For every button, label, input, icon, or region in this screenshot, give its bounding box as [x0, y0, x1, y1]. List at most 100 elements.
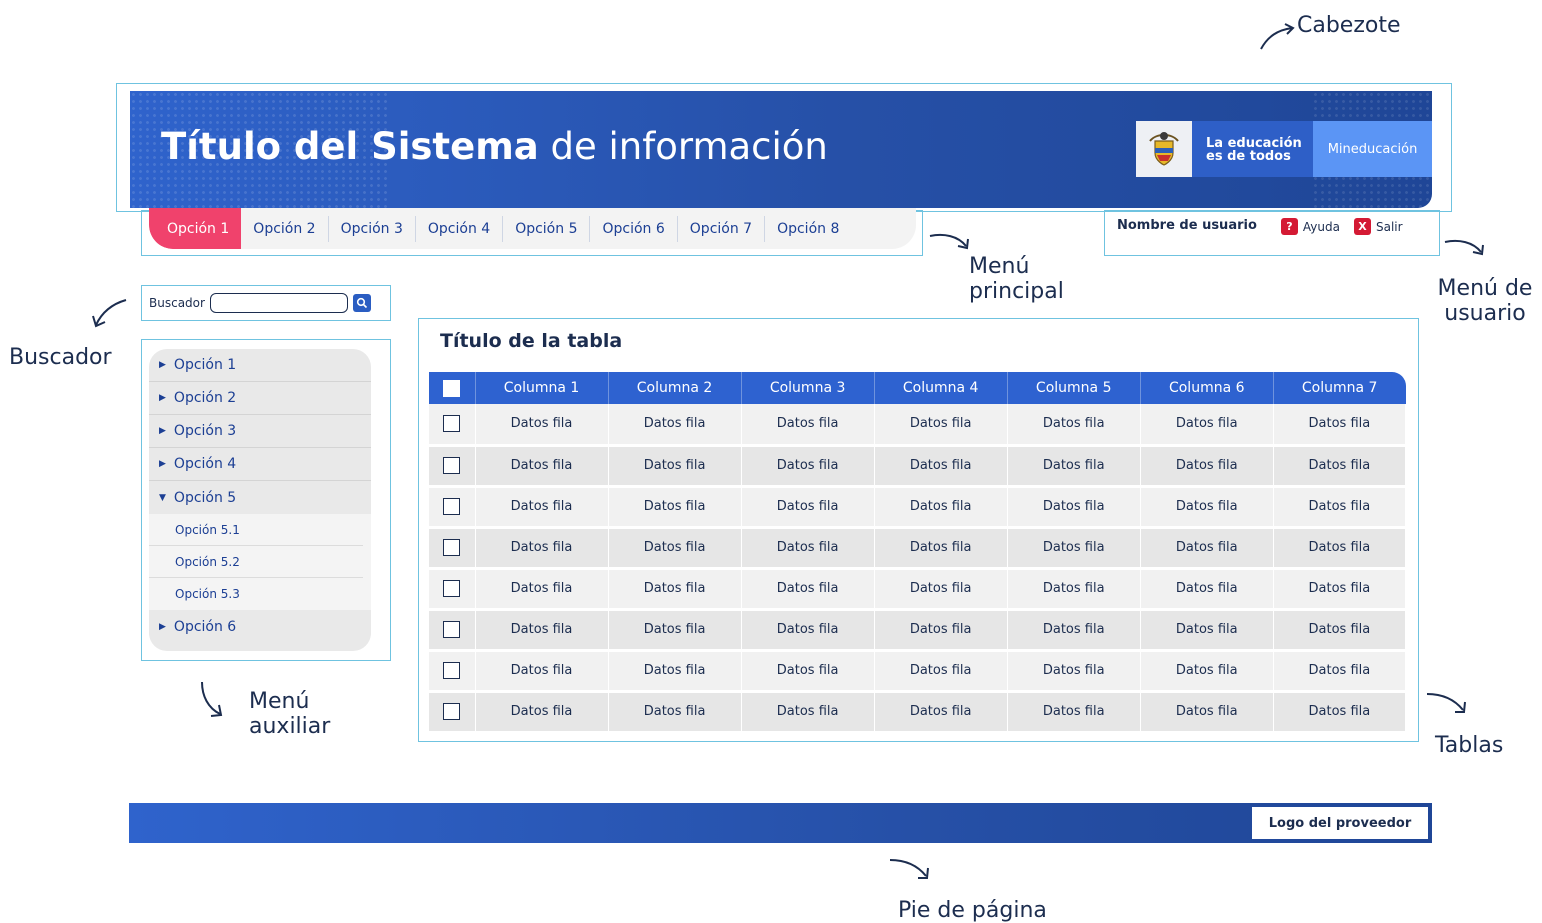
- caret-right-icon: ▶: [159, 459, 166, 469]
- annotation-arrow-menu-principal: [929, 233, 969, 250]
- table-cell: Datos fila: [1273, 404, 1407, 445]
- education-slogan-line2: es de todos: [1206, 149, 1291, 164]
- row-select-cell: [429, 486, 476, 527]
- table-cell: Datos fila: [1140, 445, 1274, 486]
- row-checkbox[interactable]: [443, 457, 461, 474]
- table-cell: Datos fila: [1273, 445, 1407, 486]
- row-checkbox[interactable]: [443, 703, 461, 720]
- table-cell: Datos fila: [1140, 650, 1274, 691]
- aux-menu-item-label: Opción 1: [173, 357, 237, 373]
- row-checkbox[interactable]: [443, 415, 461, 433]
- aux-menu-item-3[interactable]: ▶ Opción 3: [149, 415, 371, 448]
- row-checkbox[interactable]: [443, 498, 461, 515]
- search-input[interactable]: [209, 293, 348, 313]
- table-cell: Datos fila: [475, 527, 609, 568]
- aux-menu-item-label: Opción 5: [173, 489, 237, 506]
- search-bar: Buscador: [141, 285, 391, 321]
- column-header[interactable]: Columna 6: [1140, 372, 1274, 404]
- column-header[interactable]: Columna 7: [1273, 372, 1405, 404]
- row-checkbox[interactable]: [443, 539, 461, 556]
- education-slogan: La educación es de todos: [1192, 121, 1313, 177]
- table-cell: Datos fila: [1273, 527, 1407, 568]
- row-checkbox[interactable]: [443, 580, 461, 597]
- table-cell: Datos fila: [874, 486, 1008, 527]
- column-header[interactable]: Columna 5: [1007, 372, 1141, 404]
- table-cell: Datos fila: [874, 404, 1008, 445]
- table-cell: Datos fila: [741, 609, 875, 650]
- main-menu-tab-1[interactable]: Opción 1: [149, 208, 242, 249]
- aux-menu-item-2[interactable]: ▶ Opción 2: [149, 382, 371, 415]
- annotation-menu-usuario-line2: usuario: [1444, 301, 1526, 326]
- aux-menu-item-label: Opción 3: [173, 423, 237, 439]
- help-label: Ayuda: [1302, 219, 1340, 234]
- coat-of-arms-icon: [1136, 121, 1192, 177]
- table-cell: Datos fila: [608, 650, 742, 691]
- close-icon: X: [1353, 218, 1371, 235]
- table-cell: Datos fila: [1140, 609, 1274, 650]
- main-menu-tab-2[interactable]: Opción 2: [241, 215, 329, 242]
- system-title-light: de información: [538, 125, 828, 168]
- table-cell: Datos fila: [475, 691, 609, 732]
- data-table-panel: Título de la tabla Columna 1 Columna 2 C…: [418, 318, 1419, 742]
- select-all-cell: [429, 372, 476, 404]
- table-cell: Datos fila: [741, 527, 875, 568]
- main-menu-tab-6[interactable]: Opción 6: [590, 215, 678, 242]
- table-cell: Datos fila: [1273, 568, 1407, 609]
- table-cell: Datos fila: [874, 609, 1008, 650]
- table-cell: Datos fila: [1007, 527, 1141, 568]
- search-button[interactable]: [352, 294, 371, 312]
- main-menu-tab-8[interactable]: Opción 8: [765, 216, 851, 242]
- row-checkbox[interactable]: [443, 621, 461, 638]
- table-cell: Datos fila: [1007, 404, 1141, 445]
- annotation-menu-principal-line2: principal: [969, 279, 1064, 304]
- table-cell: Datos fila: [475, 404, 609, 445]
- aux-submenu-item-3[interactable]: Opción 5.3: [149, 578, 363, 610]
- annotation-arrow-menu-usuario: [1444, 239, 1484, 256]
- logout-button[interactable]: X Salir: [1353, 218, 1403, 235]
- table-cell: Datos fila: [1273, 609, 1407, 650]
- aux-menu-item-6[interactable]: ▶ Opción 6: [149, 610, 371, 643]
- caret-down-icon: ▼: [159, 492, 166, 503]
- aux-menu-item-4[interactable]: ▶ Opción 4: [149, 448, 371, 481]
- table-cell: Datos fila: [874, 650, 1008, 691]
- main-menu: Opción 1 Opción 2 Opción 3 Opción 4 Opci…: [149, 208, 916, 249]
- aux-submenu-item-2[interactable]: Opción 5.2: [149, 546, 363, 578]
- data-table: Columna 1 Columna 2 Columna 3 Columna 4 …: [429, 372, 1407, 734]
- caret-right-icon: ▶: [159, 360, 166, 370]
- main-menu-tab-3[interactable]: Opción 3: [329, 215, 416, 242]
- aux-menu-item-1[interactable]: ▶ Opción 1: [149, 349, 371, 382]
- main-menu-tab-5[interactable]: Opción 5: [503, 215, 591, 242]
- aux-submenu: Opción 5.1 Opción 5.2 Opción 5.3: [149, 514, 371, 610]
- select-all-checkbox[interactable]: [443, 379, 461, 397]
- table-cell: Datos fila: [1007, 486, 1141, 527]
- table-cell: Datos fila: [1007, 691, 1141, 732]
- annotation-menu-principal-line1: Menú: [969, 254, 1030, 279]
- row-select-cell: [429, 404, 476, 445]
- help-button[interactable]: ? Ayuda: [1280, 218, 1340, 235]
- search-label: Buscador: [149, 296, 205, 310]
- caret-right-icon: ▶: [159, 426, 166, 436]
- table-cell: Datos fila: [475, 445, 609, 486]
- main-menu-tab-7[interactable]: Opción 7: [678, 215, 766, 242]
- annotation-tablas: Tablas: [1435, 733, 1504, 758]
- table-cell: Datos fila: [608, 691, 742, 732]
- main-menu-tab-4[interactable]: Opción 4: [416, 215, 504, 242]
- table-cell: Datos fila: [1140, 527, 1274, 568]
- table-cell: Datos fila: [741, 691, 875, 732]
- column-header[interactable]: Columna 3: [741, 372, 875, 404]
- aux-submenu-item-1[interactable]: Opción 5.1: [149, 514, 363, 546]
- column-header[interactable]: Columna 1: [475, 372, 609, 404]
- government-logo: La educación es de todos Mineducación: [1136, 121, 1432, 177]
- row-checkbox[interactable]: [443, 662, 461, 679]
- help-icon: ?: [1280, 218, 1298, 235]
- column-header[interactable]: Columna 2: [608, 372, 742, 404]
- aux-menu: ▶ Opción 1 ▶ Opción 2 ▶ Opción 3 ▶ Opción 4 …: [149, 349, 371, 651]
- caret-right-icon: ▶: [159, 393, 166, 403]
- table-row: Datos fila Datos fila Datos fila Datos fila…: [429, 691, 1407, 732]
- system-title: Título del Sistema de información: [161, 125, 828, 168]
- table-cell: Datos fila: [1273, 650, 1407, 691]
- table-cell: Datos fila: [741, 445, 875, 486]
- annotation-buscador: Buscador: [9, 345, 112, 370]
- column-header[interactable]: Columna 4: [874, 372, 1008, 404]
- aux-menu-item-5[interactable]: ▼ Opción 5: [149, 481, 371, 514]
